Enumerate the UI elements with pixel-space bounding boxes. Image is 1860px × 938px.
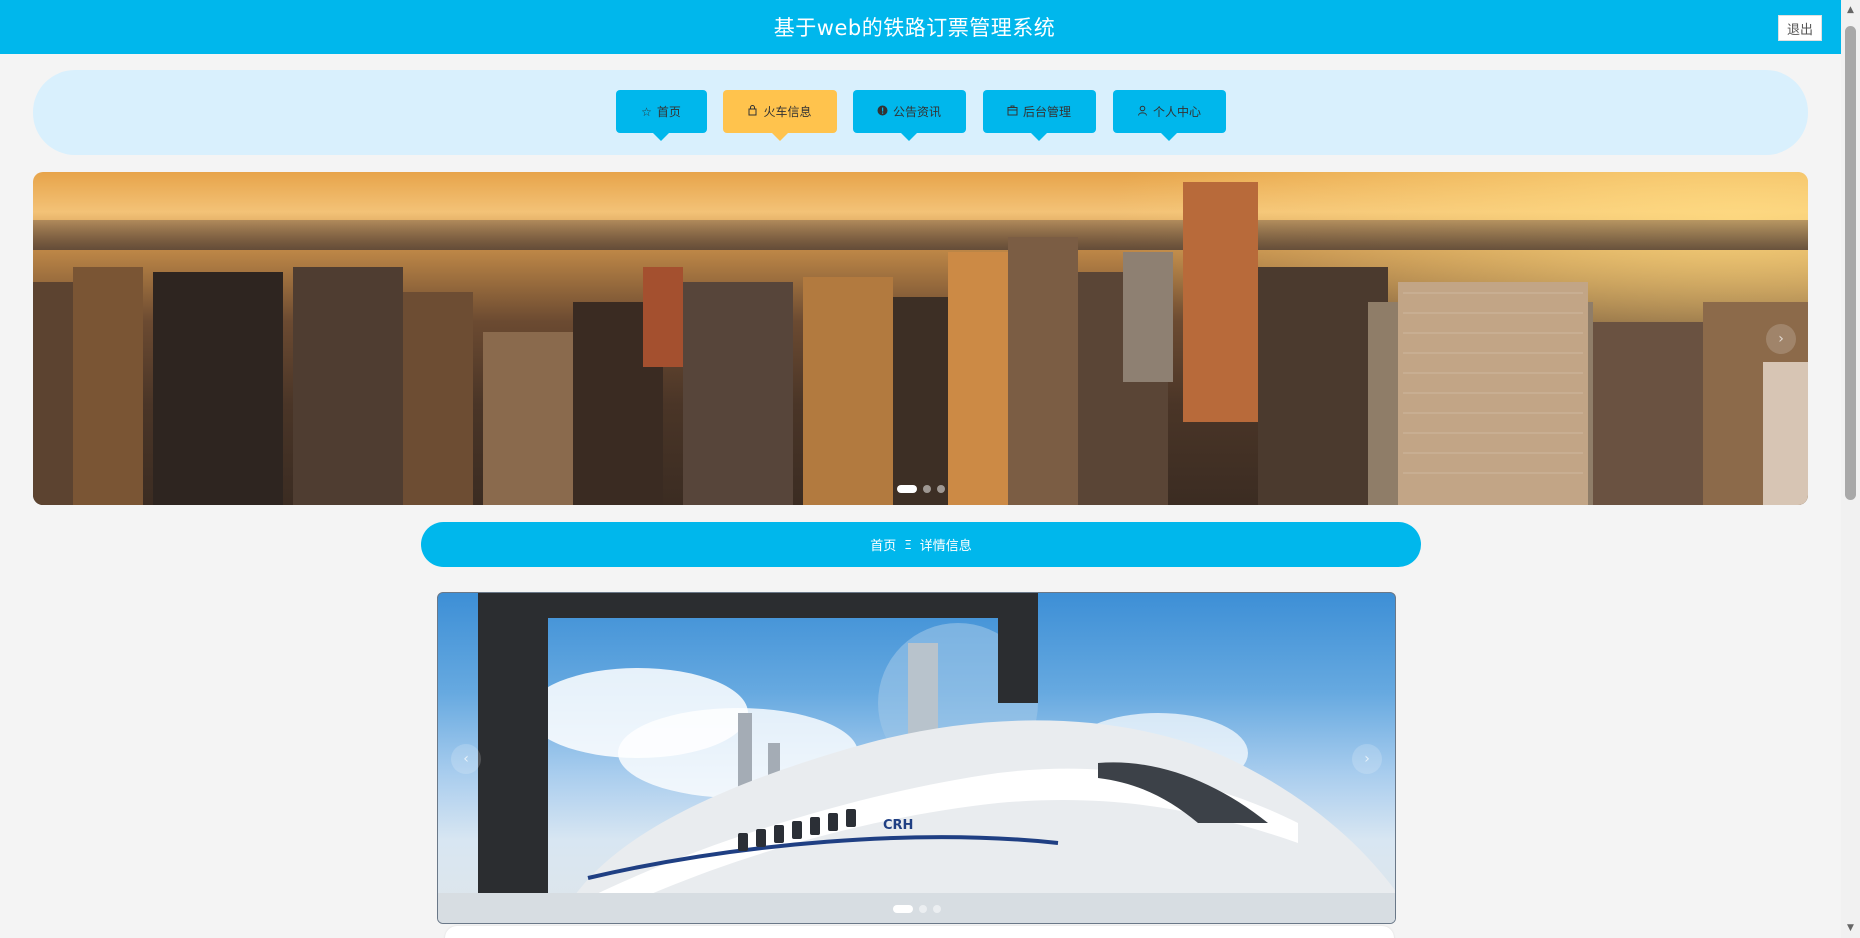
user-icon [1137, 105, 1148, 118]
bag-icon [747, 105, 758, 118]
banner-next-button[interactable]: › [1766, 324, 1796, 354]
nav-container: ☆ 首页 火车信息 公告资讯 后台管理 个人中心 [33, 70, 1808, 155]
page-scrollbar[interactable]: ▲ ▼ [1841, 0, 1860, 938]
main-nav: ☆ 首页 火车信息 公告资讯 后台管理 个人中心 [615, 90, 1226, 133]
breadcrumb: 首页 Ξ 详情信息 [421, 522, 1421, 567]
banner-dot[interactable] [922, 485, 931, 493]
nav-item-admin[interactable]: 后台管理 [982, 90, 1096, 133]
detail-info-card [445, 926, 1394, 938]
header-bar: 基于web的铁路订票管理系统 退出 [0, 0, 1841, 54]
nav-item-announcements[interactable]: 公告资讯 [852, 90, 966, 133]
nav-item-label: 火车信息 [763, 105, 812, 119]
nav-item-label: 后台管理 [1022, 105, 1071, 119]
nav-item-label: 公告资讯 [892, 105, 941, 119]
detail-image-carousel[interactable]: CRH ‹ › [437, 592, 1396, 924]
star-icon: ☆ [641, 104, 652, 119]
train-image [438, 593, 1395, 923]
info-icon [877, 105, 888, 118]
detail-dot[interactable] [932, 905, 941, 913]
banner-pagination [896, 485, 945, 493]
banner-dot[interactable] [936, 485, 945, 493]
detail-next-button[interactable]: › [1352, 744, 1382, 774]
nav-item-label: 个人中心 [1152, 105, 1201, 119]
breadcrumb-current: 详情信息 [919, 539, 972, 554]
nav-item-train-info[interactable]: 火车信息 [722, 90, 837, 133]
detail-dot[interactable] [918, 905, 927, 913]
detail-pagination [892, 905, 941, 913]
scroll-thumb[interactable] [1845, 26, 1856, 500]
detail-dot[interactable] [892, 905, 913, 913]
box-icon [1007, 105, 1018, 118]
nav-item-profile[interactable]: 个人中心 [1112, 90, 1226, 133]
nav-item-label: 首页 [656, 105, 681, 119]
breadcrumb-home[interactable]: 首页 [870, 535, 896, 554]
logout-button[interactable]: 退出 [1778, 15, 1822, 41]
train-logo-text: CRH [883, 818, 914, 833]
scroll-up-arrow-icon[interactable]: ▲ [1845, 4, 1856, 16]
city-skyline-image [33, 182, 1808, 505]
banner-dot[interactable] [896, 485, 917, 493]
breadcrumb-separator-icon: Ξ [904, 537, 912, 552]
page-title: 基于web的铁路订票管理系统 [773, 16, 1056, 40]
banner-carousel[interactable]: › [33, 172, 1808, 505]
scroll-down-arrow-icon[interactable]: ▼ [1845, 922, 1856, 934]
nav-item-home[interactable]: ☆ 首页 [615, 90, 707, 133]
detail-prev-button[interactable]: ‹ [451, 744, 481, 774]
